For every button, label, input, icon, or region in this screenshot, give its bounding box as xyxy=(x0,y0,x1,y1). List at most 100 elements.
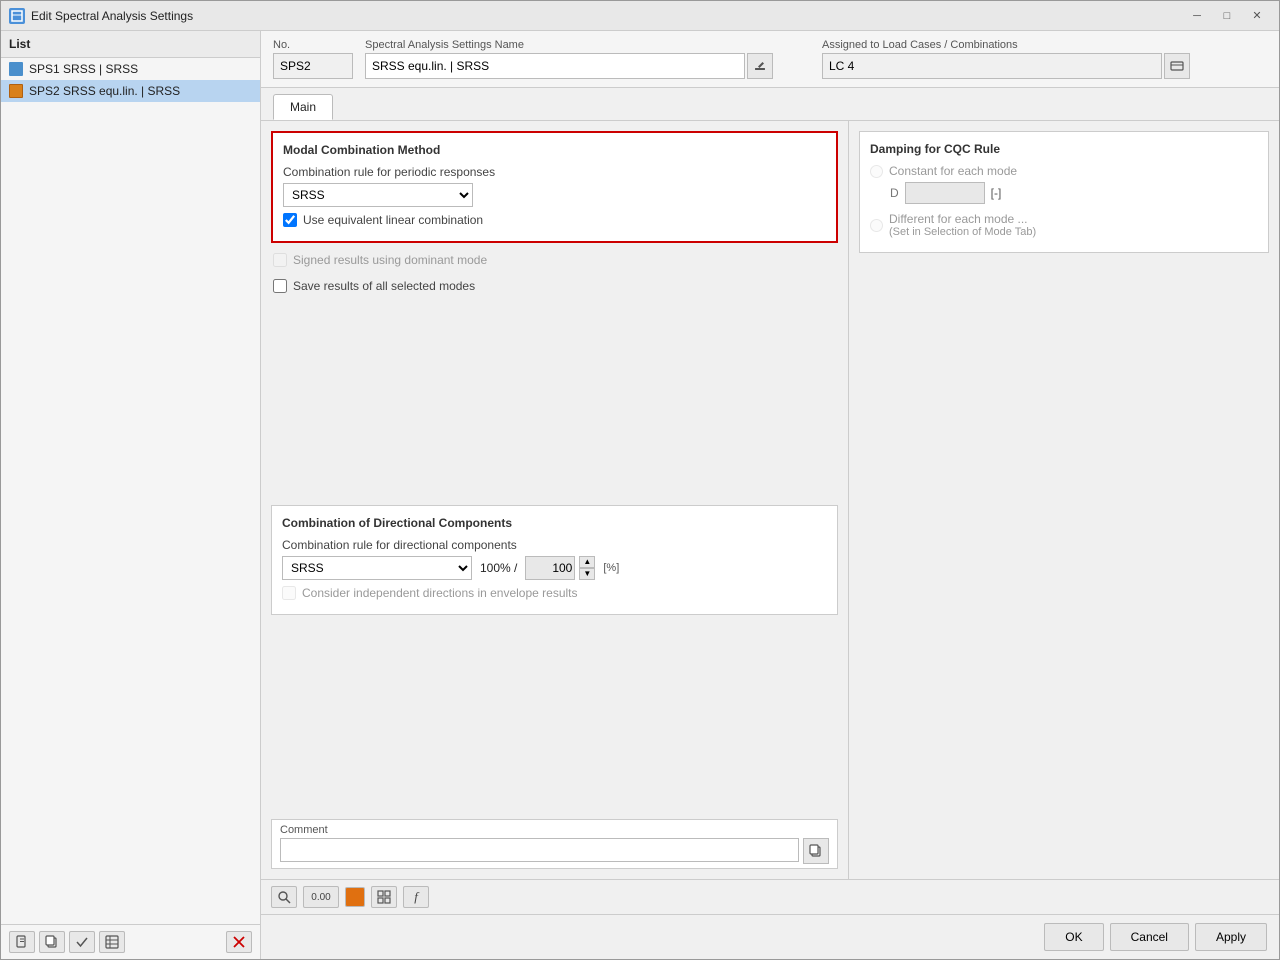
independent-directions-row: Consider independent directions in envel… xyxy=(282,586,827,600)
constant-radio[interactable] xyxy=(870,165,883,178)
tab-main[interactable]: Main xyxy=(273,94,333,120)
assigned-label: Assigned to Load Cases / Combinations xyxy=(822,39,1267,51)
left-spacer xyxy=(271,305,838,505)
d-value-input[interactable] xyxy=(905,182,985,204)
maximize-button[interactable]: □ xyxy=(1213,6,1241,26)
sps2-label: SPS2 SRSS equ.lin. | SRSS xyxy=(29,84,180,98)
list-header: List xyxy=(1,31,260,58)
damping-box: Damping for CQC Rule Constant for each m… xyxy=(859,131,1269,253)
spin-up-button[interactable]: ▲ xyxy=(579,556,595,568)
minimize-button[interactable]: ─ xyxy=(1183,6,1211,26)
percent-input[interactable] xyxy=(525,556,575,580)
independent-directions-checkbox[interactable] xyxy=(282,586,296,600)
directional-rule-row: SRSS CQC 100/30 NEWMARK 100% / ▲ ▼ xyxy=(282,556,827,580)
spin-down-button[interactable]: ▼ xyxy=(579,568,595,580)
name-label: Spectral Analysis Settings Name xyxy=(365,39,810,51)
directional-box: Combination of Directional Components Co… xyxy=(271,505,838,615)
constant-mode-row: Constant for each mode xyxy=(870,164,1258,178)
main-panel: No. Spectral Analysis Settings Name Assi… xyxy=(261,31,1279,959)
sps2-icon xyxy=(9,84,23,98)
title-bar: Edit Spectral Analysis Settings ─ □ ✕ xyxy=(1,1,1279,31)
no-field-group: No. xyxy=(273,39,353,79)
constant-label: Constant for each mode xyxy=(889,164,1017,178)
save-all-checkbox[interactable] xyxy=(273,279,287,293)
signed-results-row: Signed results using dominant mode xyxy=(273,253,836,267)
name-field-group: Spectral Analysis Settings Name xyxy=(365,39,810,79)
modal-combination-box: Modal Combination Method Combination rul… xyxy=(271,131,838,243)
percent-text: 100% / xyxy=(480,561,517,575)
tabs-row: Main xyxy=(261,88,1279,121)
comment-input[interactable] xyxy=(280,838,799,862)
app-icon xyxy=(9,8,25,24)
comment-input-row xyxy=(280,838,829,864)
formula-toolbar-button[interactable]: f xyxy=(403,886,429,908)
signed-results-label: Signed results using dominant mode xyxy=(293,253,487,267)
use-equivalent-label: Use equivalent linear combination xyxy=(303,213,483,227)
copy-button[interactable] xyxy=(39,931,65,953)
value-toolbar-button[interactable]: 0.00 xyxy=(303,886,339,908)
assigned-field-group: Assigned to Load Cases / Combinations xyxy=(822,39,1267,79)
sps1-label: SPS1 SRSS | SRSS xyxy=(29,62,138,76)
grid-toolbar-button[interactable] xyxy=(371,886,397,908)
save-all-area: Save results of all selected modes xyxy=(271,279,838,297)
color-toolbar-button[interactable] xyxy=(345,887,365,907)
delete-button[interactable] xyxy=(226,931,252,953)
no-label: No. xyxy=(273,39,353,51)
different-label-group: Different for each mode ... (Set in Sele… xyxy=(889,212,1036,238)
use-equivalent-row: Use equivalent linear combination xyxy=(283,213,826,227)
save-all-label: Save results of all selected modes xyxy=(293,279,475,293)
left-panel: List SPS1 SRSS | SRSS SPS2 SRSS equ.lin.… xyxy=(1,31,261,959)
assigned-input[interactable] xyxy=(822,53,1162,79)
table-button[interactable] xyxy=(99,931,125,953)
check-button[interactable] xyxy=(69,931,95,953)
assigned-edit-button[interactable] xyxy=(1164,53,1190,79)
main-window: Edit Spectral Analysis Settings ─ □ ✕ Li… xyxy=(0,0,1280,960)
periodic-select[interactable]: SRSS CQC CQCR GRP DSC NRL xyxy=(283,183,473,207)
sps1-icon xyxy=(9,62,23,76)
percent-unit: [%] xyxy=(603,562,619,574)
window-title: Edit Spectral Analysis Settings xyxy=(31,9,1183,23)
assigned-input-group xyxy=(822,53,1267,79)
name-input-group xyxy=(365,53,810,79)
signed-results-checkbox[interactable] xyxy=(273,253,287,267)
directional-title: Combination of Directional Components xyxy=(282,516,827,530)
name-edit-button[interactable] xyxy=(747,53,773,79)
header-row: No. Spectral Analysis Settings Name Assi… xyxy=(261,31,1279,88)
use-equivalent-checkbox[interactable] xyxy=(283,213,297,227)
left-content: Modal Combination Method Combination rul… xyxy=(261,121,849,879)
comment-label: Comment xyxy=(280,824,829,836)
search-toolbar-button[interactable] xyxy=(271,886,297,908)
d-label: D xyxy=(890,186,899,200)
periodic-row: SRSS CQC CQCR GRP DSC NRL xyxy=(283,183,826,207)
ok-button[interactable]: OK xyxy=(1044,923,1103,951)
content-area: List SPS1 SRSS | SRSS SPS2 SRSS equ.lin.… xyxy=(1,31,1279,959)
bottom-toolbar: 0.00 f xyxy=(261,879,1279,914)
list-item-sps2[interactable]: SPS2 SRSS equ.lin. | SRSS xyxy=(1,80,260,102)
comment-copy-button[interactable] xyxy=(803,838,829,864)
d-unit: [-] xyxy=(991,186,1002,200)
close-button[interactable]: ✕ xyxy=(1243,6,1271,26)
damping-d-row: D [-] xyxy=(890,182,1258,204)
no-input[interactable] xyxy=(273,53,353,79)
new-button[interactable] xyxy=(9,931,35,953)
percent-spinner: ▲ ▼ xyxy=(579,556,595,580)
left-bottom-spacer xyxy=(271,625,838,819)
different-radio[interactable] xyxy=(870,219,883,232)
footer: OK Cancel Apply xyxy=(261,914,1279,959)
window-controls: ─ □ ✕ xyxy=(1183,6,1271,26)
right-content: Damping for CQC Rule Constant for each m… xyxy=(849,121,1279,879)
list-item-sps1[interactable]: SPS1 SRSS | SRSS xyxy=(1,58,260,80)
apply-button[interactable]: Apply xyxy=(1195,923,1267,951)
name-input[interactable] xyxy=(365,53,745,79)
periodic-label: Combination rule for periodic responses xyxy=(283,165,826,179)
right-spacer xyxy=(859,263,1269,869)
different-mode-row: Different for each mode ... (Set in Sele… xyxy=(870,212,1258,238)
save-all-row: Save results of all selected modes xyxy=(273,279,836,293)
cancel-button[interactable]: Cancel xyxy=(1110,923,1189,951)
directional-rule-label: Combination rule for directional compone… xyxy=(282,538,827,552)
left-panel-toolbar xyxy=(1,924,260,959)
comment-section: Comment xyxy=(271,819,838,869)
directional-select[interactable]: SRSS CQC 100/30 NEWMARK xyxy=(282,556,472,580)
independent-directions-label: Consider independent directions in envel… xyxy=(302,586,578,600)
damping-title: Damping for CQC Rule xyxy=(870,142,1258,156)
